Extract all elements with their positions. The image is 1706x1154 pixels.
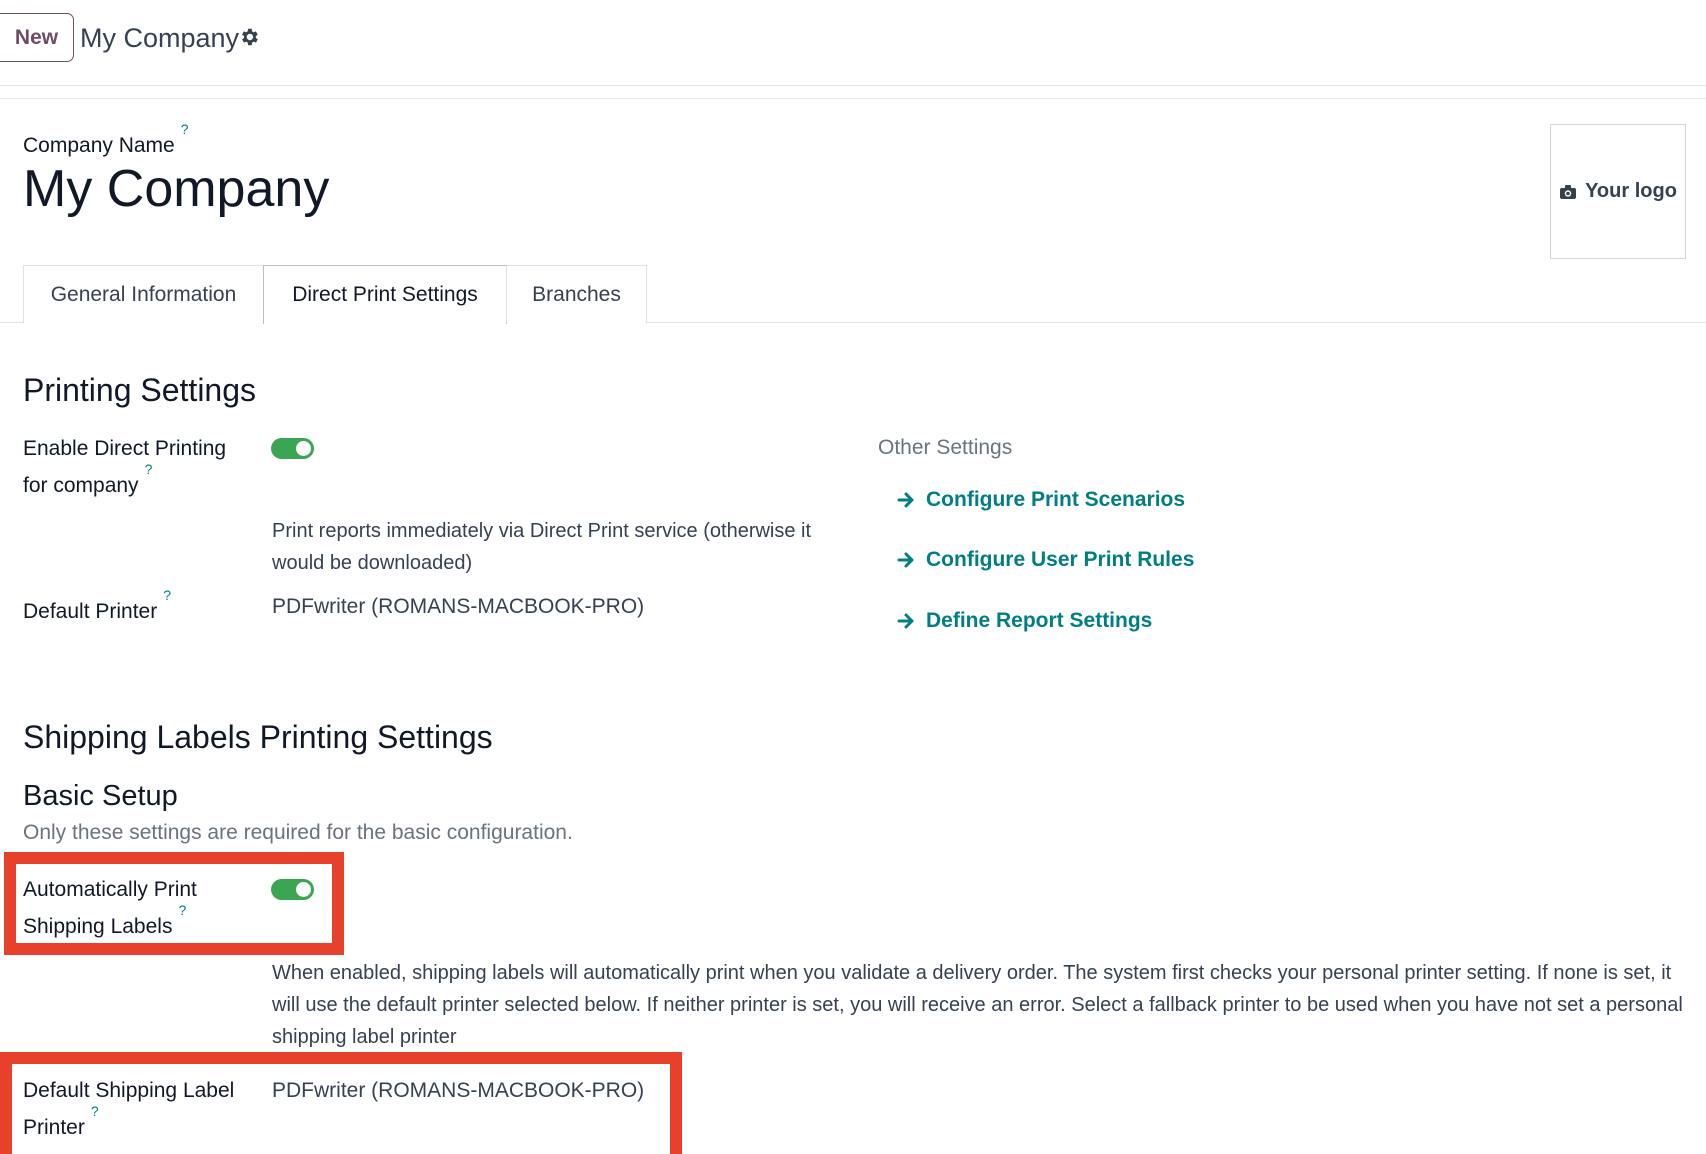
tab-general-information[interactable]: General Information [23, 265, 264, 323]
help-tooltip-icon[interactable]: ? [181, 121, 189, 137]
arrow-right-icon [897, 613, 914, 629]
gear-icon[interactable] [238, 26, 260, 48]
basic-setup-description: Only these settings are required for the… [23, 821, 573, 844]
tab-direct-print-settings[interactable]: Direct Print Settings [263, 265, 507, 324]
breadcrumb-title: My Company [80, 23, 240, 53]
help-tooltip-icon[interactable]: ? [145, 461, 153, 477]
toggle-knob [296, 441, 311, 456]
tab-branches[interactable]: Branches [506, 265, 647, 323]
logo-upload[interactable]: Your logo [1550, 124, 1686, 259]
help-tooltip-icon[interactable]: ? [163, 587, 171, 603]
sheet-divider [0, 98, 1706, 99]
basic-setup-title: Basic Setup [23, 780, 178, 812]
configure-print-scenarios-link[interactable]: Configure Print Scenarios [896, 484, 1185, 516]
printing-settings-title: Printing Settings [23, 372, 257, 408]
toggle-knob [296, 882, 311, 897]
default-shipping-label-printer-field[interactable]: PDFwriter (ROMANS-MACBOOK-PRO) [272, 1075, 644, 1107]
define-report-settings-link[interactable]: Define Report Settings [896, 605, 1152, 637]
auto-print-help: When enabled, shipping labels will autom… [272, 962, 1683, 1048]
logo-label: Your logo [1585, 180, 1677, 202]
new-button[interactable]: New [0, 13, 74, 62]
camera-icon [1560, 184, 1577, 199]
tabs-bar: General Information Direct Print Setting… [0, 265, 1706, 324]
other-settings-label: Other Settings [878, 436, 1013, 459]
auto-print-shipping-labels-label: Automatically Print Shipping Labels? [23, 878, 197, 938]
control-panel: New My Company [0, 0, 1706, 86]
default-shipping-label-printer-label: Default Shipping Label Printer? [23, 1079, 235, 1139]
default-printer-field[interactable]: PDFwriter (ROMANS-MACBOOK-PRO) [272, 591, 644, 623]
shipping-labels-title: Shipping Labels Printing Settings [23, 719, 493, 755]
arrow-right-icon [897, 552, 914, 568]
arrow-right-icon [897, 492, 914, 508]
company-name-field[interactable]: My Company [23, 155, 329, 223]
help-tooltip-icon[interactable]: ? [91, 1103, 99, 1119]
default-printer-label: Default Printer? [23, 587, 172, 623]
help-tooltip-icon[interactable]: ? [178, 902, 186, 918]
enable-direct-printing-label: Enable Direct Printing for company? [23, 437, 227, 497]
enable-direct-printing-toggle[interactable] [271, 438, 314, 459]
auto-print-shipping-labels-toggle[interactable] [271, 879, 314, 900]
enable-direct-printing-help: Print reports immediately via Direct Pri… [272, 520, 812, 574]
configure-user-print-rules-link[interactable]: Configure User Print Rules [896, 544, 1194, 576]
